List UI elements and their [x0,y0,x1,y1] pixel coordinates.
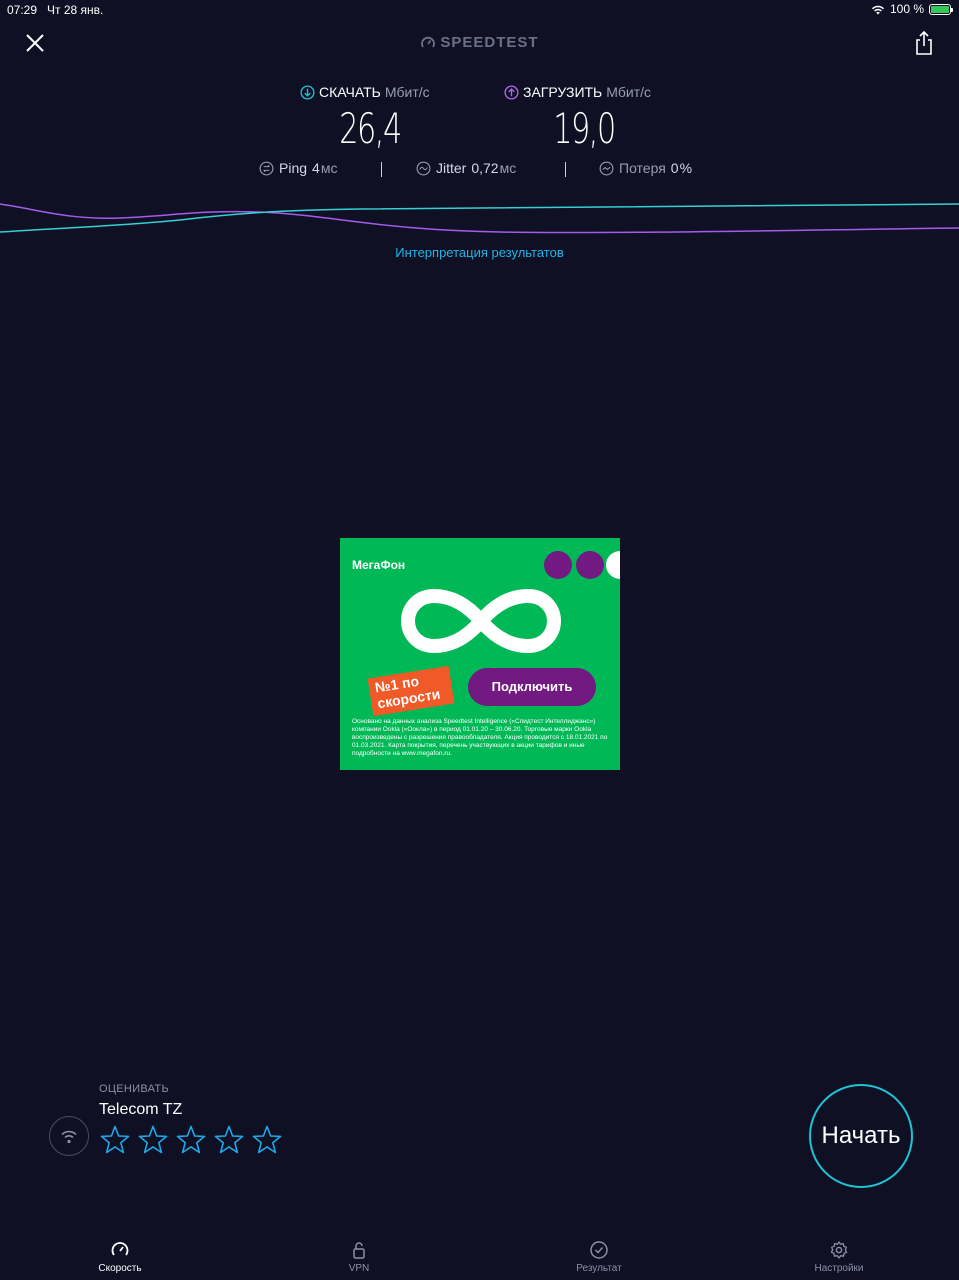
status-time: 07:29 [7,3,38,17]
provider-name: Telecom TZ [99,1101,183,1118]
rate-label: ОЦЕНИВАТЬ [99,1083,169,1095]
battery-icon [929,3,953,15]
download-header: СКАЧАТЬ Мбит/с [300,84,440,100]
status-right: 100 % [871,2,953,16]
share-icon[interactable] [912,30,936,56]
battery-percent: 100 % [889,2,924,16]
wifi-icon [61,1130,77,1144]
unlock-icon [353,1242,365,1259]
upload-value: 19,0 [553,104,616,153]
jitter-icon [416,161,431,175]
download-metric: СКАЧАТЬ Мбит/с 26,4 [300,84,440,153]
upload-metric: ЗАГРУЗИТЬ Мбит/с 19,0 [504,84,664,153]
connection-type [49,1116,89,1156]
ad-fine-print: Основано на данных анализа Speedtest Int… [352,718,608,757]
status-date: Чт 28 янв. [47,3,104,17]
star-icon[interactable] [213,1124,245,1156]
download-value: 26,4 [339,104,402,153]
tab-settings-label: Настройки [814,1263,864,1274]
ping-unit: мс [320,160,338,176]
status-bar: 07:29 Чт 28 янв. 100 % [0,0,959,20]
ad-badge: №1 по скорости [367,665,455,717]
stats-divider [381,162,382,177]
star-icon[interactable] [99,1124,131,1156]
ad-connect-button[interactable]: Подключить [468,668,596,706]
ad-dot [606,551,620,579]
jitter-value: 0,72 [471,160,499,176]
infinity-icon [400,588,562,654]
tab-speed[interactable]: Скорость [70,1236,170,1274]
app-brand: SPEEDTEST [0,34,959,55]
stats-row: Ping 4 мс Jitter 0,72 мс Потеря 0% [0,160,959,180]
download-arrow-icon [300,84,315,100]
tab-vpn-label: VPN [348,1263,370,1274]
loss-label: Потеря [619,160,666,176]
ping-value: 4 [312,160,320,176]
ad-dot [576,551,604,579]
ping-stat: Ping 4 мс [259,160,337,176]
star-icon[interactable] [137,1124,169,1156]
ad-dot [544,551,572,579]
brand-text: SPEEDTEST [440,34,539,51]
star-rating [99,1124,283,1156]
gear-icon [830,1241,848,1259]
download-label: СКАЧАТЬ [319,84,381,100]
ping-icon [259,161,274,175]
checkmark-circle-icon [590,1241,608,1259]
stats-divider [565,162,566,177]
upload-unit: Мбит/с [606,84,652,100]
start-button[interactable]: Начать [809,1084,913,1188]
packet-loss-icon [599,161,614,175]
tab-results-label: Результат [576,1263,622,1274]
jitter-label: Jitter [436,160,467,176]
jitter-stat: Jitter 0,72 мс [416,160,516,176]
tab-vpn[interactable]: VPN [309,1236,409,1274]
star-icon[interactable] [175,1124,207,1156]
speedometer-icon [111,1242,129,1256]
upload-arrow-icon [504,84,519,100]
tab-bar: Скорость VPN Результат Настройки [0,1236,959,1280]
speed-graph [0,203,959,234]
upload-label: ЗАГРУЗИТЬ [523,84,603,100]
loss-value: 0 [670,160,679,176]
tab-results[interactable]: Результат [549,1236,649,1274]
ad-banner[interactable]: МегаФон №1 по скорости Подключить Основа… [340,538,620,770]
download-unit: Мбит/с [384,84,430,100]
tab-speed-label: Скорость [98,1263,142,1274]
upload-header: ЗАГРУЗИТЬ Мбит/с [504,84,664,100]
loss-unit: % [679,160,693,176]
jitter-unit: мс [499,160,517,176]
speedtest-logo-icon [421,36,436,47]
wifi-icon [871,5,884,14]
ping-label: Ping [279,160,308,176]
interpretation-link[interactable]: Интерпретация результатов [0,245,959,260]
star-icon[interactable] [251,1124,283,1156]
tab-settings[interactable]: Настройки [789,1236,889,1274]
ad-brand: МегаФон [352,558,406,572]
download-graph-line [0,203,959,233]
loss-stat: Потеря 0% [599,160,692,176]
